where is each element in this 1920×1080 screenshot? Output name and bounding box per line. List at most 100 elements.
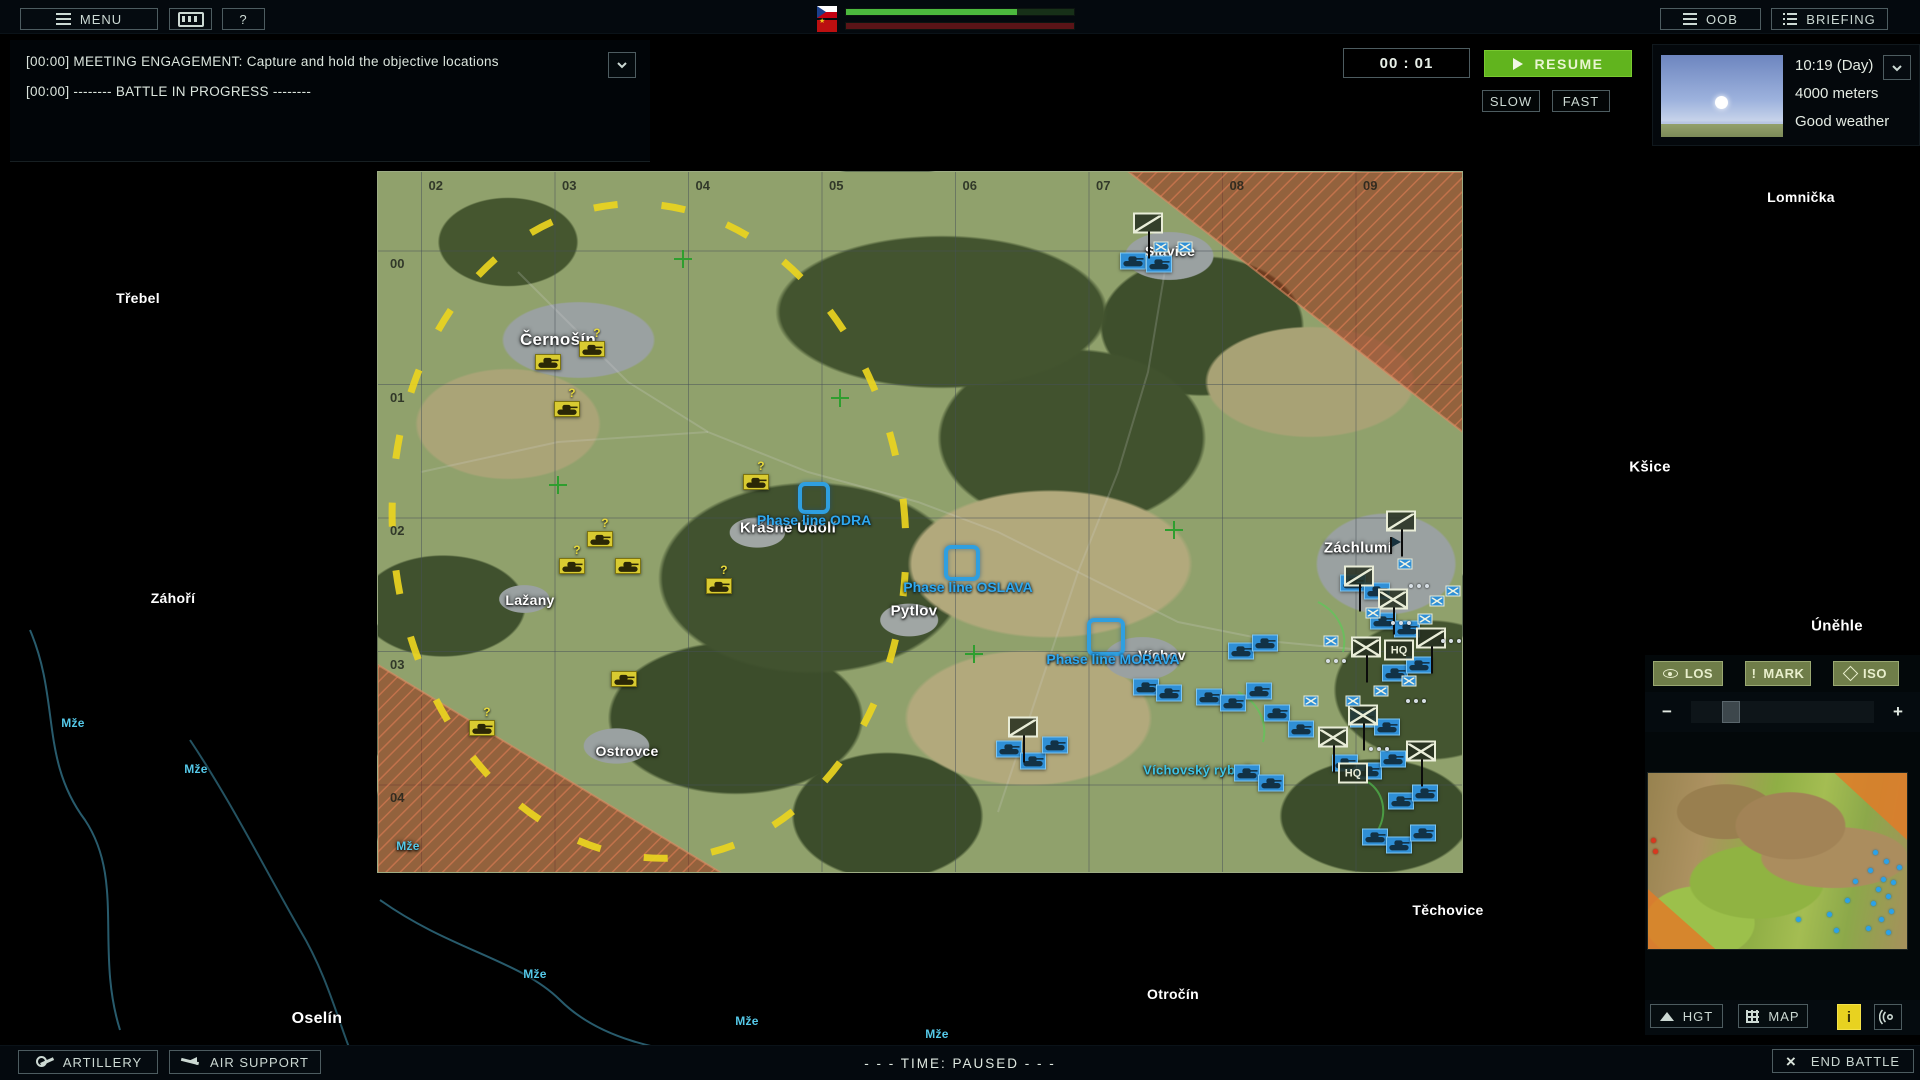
- cube-icon: [1843, 666, 1859, 682]
- condition-label: Good weather: [1795, 113, 1889, 130]
- clock-label: 10:19 (Day): [1795, 57, 1873, 74]
- platoon-symbol[interactable]: [1446, 586, 1461, 597]
- enemy-contact-marker[interactable]: ?: [469, 720, 495, 736]
- zoom-slider-handle[interactable]: [1722, 701, 1740, 723]
- friendly-tank-unit[interactable]: [1386, 837, 1412, 854]
- weather-expand-button[interactable]: [1883, 55, 1911, 80]
- friendly-tank-unit[interactable]: [1288, 721, 1314, 738]
- map-label-town: Záhoří: [151, 590, 196, 606]
- infantry-symbol[interactable]: [1378, 589, 1408, 610]
- unknown-contact-question: ?: [757, 459, 764, 473]
- message-log-expand-button[interactable]: [608, 52, 636, 78]
- enemy-contact-marker[interactable]: ?: [559, 558, 585, 574]
- grid-col-label: 09: [1363, 178, 1377, 193]
- enemy-contact-marker[interactable]: ?: [706, 578, 732, 594]
- aircraft-icon: [181, 1056, 201, 1068]
- fast-speed-button[interactable]: FAST: [1552, 90, 1610, 112]
- objective-marker[interactable]: [944, 545, 980, 581]
- minimap-friendly-dot: [1897, 865, 1902, 870]
- friendly-tank-unit[interactable]: [1258, 775, 1284, 792]
- friendly-tank-unit[interactable]: [1264, 705, 1290, 722]
- los-button[interactable]: LOS: [1653, 661, 1723, 686]
- friendly-tank-unit[interactable]: [1380, 751, 1406, 768]
- enemy-contact-marker[interactable]: ?: [587, 531, 613, 547]
- menu-button[interactable]: MENU: [20, 8, 158, 30]
- minimap-enemy-dot: [1653, 849, 1658, 854]
- platoon-symbol[interactable]: [1366, 608, 1381, 619]
- platoon-symbol[interactable]: [1178, 242, 1193, 253]
- resume-button[interactable]: RESUME: [1484, 50, 1632, 77]
- map-label-town: Mže: [735, 1014, 759, 1028]
- iso-button[interactable]: ISO: [1833, 661, 1899, 686]
- enemy-contact-marker[interactable]: [535, 354, 561, 370]
- briefing-button[interactable]: BRIEFING: [1771, 8, 1888, 30]
- minimap-friendly-dot: [1881, 877, 1886, 882]
- mark-button[interactable]: ! MARK: [1745, 661, 1811, 686]
- friendly-tank-unit[interactable]: [1252, 635, 1278, 652]
- platoon-symbol[interactable]: [1418, 614, 1433, 625]
- infantry-symbol[interactable]: [1351, 637, 1381, 658]
- air-support-button[interactable]: AIR SUPPORT: [169, 1050, 321, 1074]
- friendly-tank-unit[interactable]: [1042, 737, 1068, 754]
- hq-symbol[interactable]: HQ: [1384, 640, 1414, 661]
- enemy-contact-marker[interactable]: [615, 558, 641, 574]
- platoon-symbol[interactable]: [1346, 696, 1361, 707]
- friendly-tank-unit[interactable]: [1120, 253, 1146, 270]
- zoom-slider-track[interactable]: [1691, 701, 1874, 723]
- grid-row-label: 02: [390, 523, 404, 538]
- info-toggle-button[interactable]: i: [1837, 1004, 1861, 1030]
- contour-rings-button[interactable]: [1874, 1004, 1902, 1030]
- zoom-in-button[interactable]: +: [1886, 701, 1910, 723]
- help-button[interactable]: ?: [222, 8, 265, 30]
- friendly-tank-unit[interactable]: [1362, 829, 1388, 846]
- recon-symbol[interactable]: [1416, 628, 1446, 649]
- oob-button[interactable]: OOB: [1660, 8, 1761, 30]
- recon-symbol[interactable]: [1386, 511, 1416, 532]
- mapmode-button[interactable]: MAP: [1738, 1004, 1808, 1028]
- slow-speed-button[interactable]: SLOW: [1482, 90, 1540, 112]
- hq-symbol[interactable]: HQ: [1338, 763, 1368, 784]
- friendly-tank-unit[interactable]: [1220, 695, 1246, 712]
- friendly-tank-unit[interactable]: [996, 741, 1022, 758]
- enemy-contact-marker[interactable]: ?: [579, 341, 605, 357]
- mountain-icon: [1660, 1012, 1674, 1021]
- objective-marker[interactable]: [798, 482, 830, 514]
- enemy-contact-marker[interactable]: ?: [743, 474, 769, 490]
- friendly-tank-unit[interactable]: [1410, 825, 1436, 842]
- platoon-symbol[interactable]: [1430, 596, 1445, 607]
- platoon-symbol[interactable]: [1402, 676, 1417, 687]
- friendly-tank-unit[interactable]: [1196, 689, 1222, 706]
- keyboard-shortcuts-button[interactable]: [169, 8, 212, 30]
- zoom-out-button[interactable]: −: [1655, 701, 1679, 723]
- platoon-symbol[interactable]: [1154, 242, 1169, 253]
- top-bar: MENU ? OOB BRIEFING: [0, 0, 1920, 34]
- minimap[interactable]: [1647, 772, 1908, 950]
- enemy-contact-marker[interactable]: ?: [554, 401, 580, 417]
- enemy-contact-marker[interactable]: [611, 671, 637, 687]
- tactical-map[interactable]: 02030405060708090001020304ČernošínSlavic…: [377, 171, 1463, 873]
- platoon-symbol[interactable]: [1374, 686, 1389, 697]
- list-icon: [1683, 10, 1697, 28]
- platoon-symbol[interactable]: [1398, 559, 1413, 570]
- end-battle-button[interactable]: × END BATTLE: [1772, 1049, 1914, 1073]
- friendly-tank-unit[interactable]: [1246, 683, 1272, 700]
- friendly-tank-unit[interactable]: [1388, 793, 1414, 810]
- map-tools-panel: LOS ! MARK ISO − + HGT: [1645, 655, 1920, 1035]
- infantry-symbol[interactable]: [1348, 705, 1378, 726]
- friendly-tank-unit[interactable]: [1234, 765, 1260, 782]
- infantry-symbol[interactable]: [1406, 741, 1436, 762]
- recon-symbol[interactable]: [1008, 717, 1038, 738]
- grid-col-label: 08: [1230, 178, 1244, 193]
- recon-symbol[interactable]: [1133, 213, 1163, 234]
- infantry-symbol[interactable]: [1318, 727, 1348, 748]
- map-label-town: Kšice: [1629, 459, 1671, 476]
- heightmap-button[interactable]: HGT: [1650, 1004, 1723, 1028]
- platoon-symbol[interactable]: [1304, 696, 1319, 707]
- objective-flag-icon: [1390, 537, 1392, 554]
- friendly-tank-unit[interactable]: [1156, 685, 1182, 702]
- friendly-tank-unit[interactable]: [1228, 643, 1254, 660]
- recon-symbol[interactable]: [1344, 566, 1374, 587]
- platoon-symbol[interactable]: [1324, 636, 1339, 647]
- artillery-button[interactable]: ARTILLERY: [18, 1050, 158, 1074]
- friendly-tank-unit[interactable]: [1412, 785, 1438, 802]
